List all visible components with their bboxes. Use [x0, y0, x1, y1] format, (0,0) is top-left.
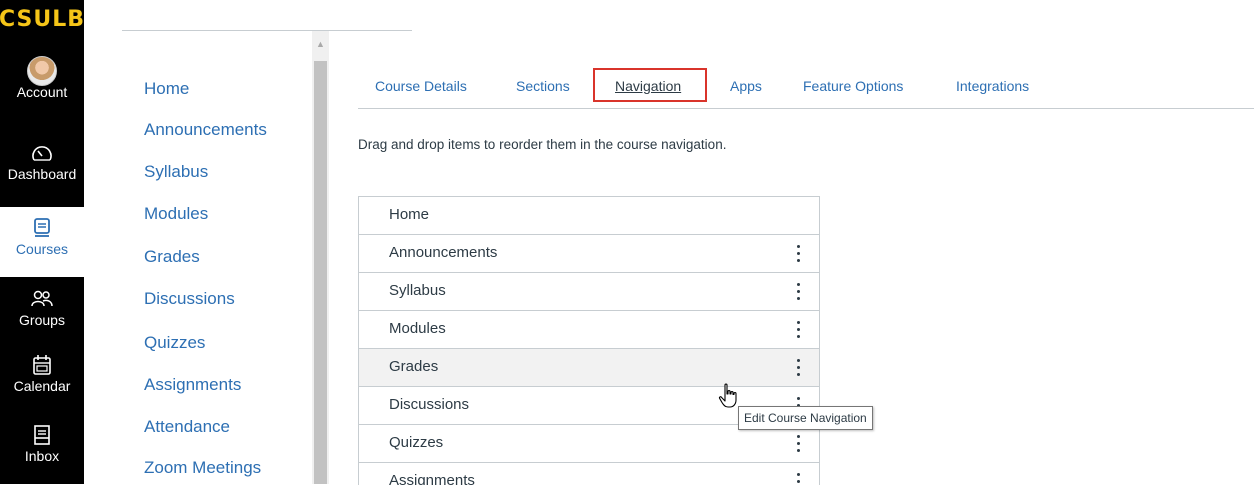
course-nav-grades[interactable]: Grades: [144, 247, 200, 267]
course-navigation: Home Announcements Syllabus Modules Grad…: [84, 0, 412, 484]
global-nav-groups[interactable]: Groups: [0, 286, 84, 328]
nav-list-label: Modules: [389, 320, 446, 337]
nav-list-label: Assignments: [389, 472, 475, 485]
course-nav-attendance[interactable]: Attendance: [144, 417, 230, 437]
settings-tabs: Course Details Sections Navigation Apps …: [358, 68, 1254, 109]
global-nav-label: Dashboard: [7, 166, 77, 182]
global-navigation: CSULB Account Dashboard Courses Groups C…: [0, 0, 84, 484]
csulb-logo[interactable]: CSULB: [0, 0, 84, 38]
nav-list-label: Quizzes: [389, 434, 444, 451]
nav-list-label: Discussions: [389, 396, 470, 413]
kebab-menu-icon[interactable]: [797, 245, 801, 263]
nav-list-item-syllabus[interactable]: Syllabus: [359, 273, 819, 311]
calendar-icon: [32, 352, 52, 378]
instructions-text: Drag and drop items to reorder them in t…: [358, 137, 727, 152]
navigation-list: Home Announcements Syllabus Modules Grad…: [358, 196, 820, 485]
groups-icon: [30, 286, 54, 312]
global-nav-dashboard[interactable]: Dashboard: [0, 140, 84, 182]
scrollbar-thumb[interactable]: [314, 61, 327, 484]
tab-course-details[interactable]: Course Details: [375, 78, 467, 94]
tab-feature-options[interactable]: Feature Options: [803, 78, 903, 94]
kebab-menu-icon[interactable]: [797, 473, 801, 485]
course-nav-discussions[interactable]: Discussions: [144, 289, 235, 309]
global-nav-account[interactable]: Account: [0, 56, 84, 100]
course-nav-zoom-meetings[interactable]: Zoom Meetings: [144, 458, 261, 478]
avatar: [27, 56, 57, 86]
global-nav-label: Account: [16, 84, 68, 100]
global-nav-calendar[interactable]: Calendar: [0, 352, 84, 394]
nav-list-item-announcements[interactable]: Announcements: [359, 235, 819, 273]
tab-apps[interactable]: Apps: [730, 78, 762, 94]
global-nav-label: Groups: [19, 312, 65, 328]
course-nav-modules[interactable]: Modules: [144, 204, 208, 224]
nav-list-label: Announcements: [389, 244, 498, 261]
global-nav-inbox[interactable]: Inbox: [0, 422, 84, 464]
divider: [122, 30, 412, 31]
nav-list-item-home[interactable]: Home: [359, 197, 819, 235]
nav-list-item-quizzes[interactable]: Quizzes: [359, 425, 819, 463]
tab-navigation[interactable]: Navigation: [615, 78, 681, 94]
tab-sections[interactable]: Sections: [516, 78, 570, 94]
course-nav-scrollbar[interactable]: ▲: [312, 31, 329, 484]
inbox-icon: [32, 422, 52, 448]
nav-list-item-grades[interactable]: Grades: [359, 349, 819, 387]
courses-icon: [33, 215, 51, 241]
tab-integrations[interactable]: Integrations: [956, 78, 1029, 94]
nav-list-item-assignments[interactable]: Assignments: [359, 463, 819, 485]
dashboard-icon: [31, 140, 53, 166]
kebab-menu-icon[interactable]: [797, 283, 801, 301]
course-nav-quizzes[interactable]: Quizzes: [144, 333, 205, 353]
nav-list-item-modules[interactable]: Modules: [359, 311, 819, 349]
global-nav-label: Calendar: [13, 378, 71, 394]
kebab-menu-icon[interactable]: [797, 321, 801, 339]
nav-list-label: Home: [389, 206, 430, 223]
course-nav-announcements[interactable]: Announcements: [144, 120, 267, 140]
global-nav-label: Inbox: [24, 448, 60, 464]
hand-cursor-icon: [718, 383, 740, 414]
nav-list-label: Grades: [389, 358, 439, 375]
global-nav-label: Courses: [15, 241, 69, 257]
nav-list-label: Syllabus: [389, 282, 446, 299]
scroll-up-arrow-icon[interactable]: ▲: [312, 37, 329, 51]
kebab-menu-icon[interactable]: [797, 359, 801, 377]
course-nav-syllabus[interactable]: Syllabus: [144, 162, 208, 182]
course-nav-home[interactable]: Home: [144, 79, 189, 99]
tooltip: Edit Course Navigation: [738, 406, 873, 430]
kebab-menu-icon[interactable]: [797, 435, 801, 453]
global-nav-courses[interactable]: Courses: [0, 207, 84, 277]
course-nav-assignments[interactable]: Assignments: [144, 375, 241, 395]
